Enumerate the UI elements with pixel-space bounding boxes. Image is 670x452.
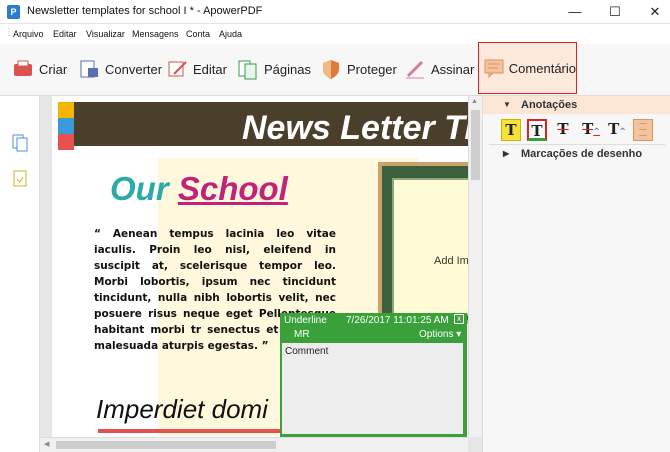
proteger-button[interactable]: Proteger (320, 53, 397, 85)
horizontal-scroll-thumb[interactable] (56, 441, 276, 449)
converter-label: Converter (105, 61, 163, 77)
comment-author: MR (294, 329, 310, 340)
apowerpdf-app-icon: P (7, 5, 20, 19)
newsletter-banner: News Letter Ti (70, 102, 478, 147)
proteger-label: Proteger (347, 61, 397, 77)
menu-ajuda[interactable]: Ajuda (219, 29, 242, 39)
our-word: Our (110, 170, 169, 207)
menu-visualizar[interactable]: Visualizar (86, 29, 125, 39)
comment-tools-panel: ▼ Anotações T T T T^ T^ — — — ▶ Marcações … (482, 96, 670, 452)
imperdiet-heading: Imperdiet domi (96, 394, 268, 424)
shield-icon (323, 60, 339, 79)
comment-popup[interactable]: Underline 7/26/2017 11:01:25 AM x MR Opt… (280, 313, 467, 437)
image-placeholder: Add Im (392, 178, 476, 316)
comment-close-icon[interactable]: x (454, 314, 464, 324)
highlight-text-icon[interactable]: T (501, 119, 521, 141)
window-title: Newsletter templates for school I * - Ap… (27, 5, 263, 17)
comment-options-dropdown[interactable]: Options ▾ (419, 329, 461, 340)
editar-label: Editar (193, 61, 227, 77)
comentario-button[interactable]: Comentário (478, 42, 577, 94)
replace-text-icon[interactable]: T^ (581, 119, 601, 141)
underline-text-icon[interactable]: T (527, 119, 547, 141)
scroll-left-icon[interactable]: ◀ (44, 440, 49, 448)
menu-conta[interactable]: Conta (186, 29, 210, 39)
edit-icon (168, 61, 187, 77)
red-square (58, 134, 74, 150)
editar-button[interactable]: Editar (166, 53, 227, 85)
left-sidebar (0, 96, 40, 452)
scroll-up-icon[interactable]: ▲ (471, 98, 478, 105)
paginas-button[interactable]: Páginas (237, 53, 311, 85)
comment-datetime: 7/26/2017 11:01:25 AM (346, 315, 449, 326)
red-underline-annotation[interactable] (98, 429, 288, 433)
main-toolbar: Criar Converter Editar Páginas Proteger … (0, 42, 670, 96)
marcacoes-label: Marcações de desenho (521, 148, 643, 160)
converter-button[interactable]: Converter (78, 53, 162, 85)
anotacoes-section-header[interactable]: ▼ Anotações (483, 96, 670, 114)
comment-text-area[interactable]: Comment (282, 343, 463, 434)
note-icon[interactable]: — — — (633, 119, 653, 141)
marcacoes-section-header[interactable]: ▶ Marcações de desenho (483, 145, 670, 163)
minimize-button[interactable]: — (560, 2, 590, 22)
anotacoes-label: Anotações (521, 99, 578, 111)
criar-label: Criar (39, 61, 68, 77)
blue-square (58, 118, 74, 134)
title-bar: P Newsletter templates for school I * - … (0, 0, 670, 24)
comment-icon (484, 59, 504, 79)
expanded-triangle-icon: ▼ (503, 100, 511, 109)
create-pdf-icon (14, 60, 32, 76)
horizontal-scrollbar[interactable]: ◀ (40, 437, 468, 452)
comentario-label: Comentário (508, 60, 576, 76)
image-frame: Add Im (378, 162, 482, 324)
add-image-label: Add Im (434, 255, 469, 267)
assinar-label: Assinar (431, 61, 475, 77)
close-button[interactable]: ✕ (640, 2, 670, 22)
menu-bar: ⋮ Arquivo Editar Visualizar Mensagens Co… (0, 24, 670, 44)
maximize-button[interactable]: ☐ (600, 2, 630, 22)
yellow-square (58, 102, 74, 118)
menu-editar[interactable]: Editar (53, 29, 77, 39)
pages-thumbnail-icon[interactable] (12, 134, 28, 152)
paginas-label: Páginas (264, 61, 311, 77)
our-school-heading: Our School (110, 170, 288, 208)
insert-text-icon[interactable]: T^ (607, 119, 627, 141)
menu-mensagens[interactable]: Mensagens (132, 29, 179, 39)
criar-button[interactable]: Criar (12, 53, 67, 85)
attachment-icon[interactable] (12, 170, 28, 188)
pages-icon (238, 60, 257, 80)
comment-type: Underline (284, 315, 327, 326)
vertical-scroll-thumb[interactable] (471, 110, 480, 180)
strikethrough-text-icon[interactable]: T (553, 119, 573, 141)
menu-arquivo[interactable]: Arquivo (13, 29, 44, 39)
signature-pen-icon (406, 60, 424, 79)
collapsed-triangle-icon: ▶ (503, 149, 510, 158)
school-word: School (177, 170, 288, 207)
newsletter-title: News Letter Ti (242, 109, 474, 147)
vertical-scrollbar[interactable]: ▲ (468, 96, 482, 437)
assinar-button[interactable]: Assinar (404, 53, 474, 85)
convert-icon (80, 60, 98, 78)
